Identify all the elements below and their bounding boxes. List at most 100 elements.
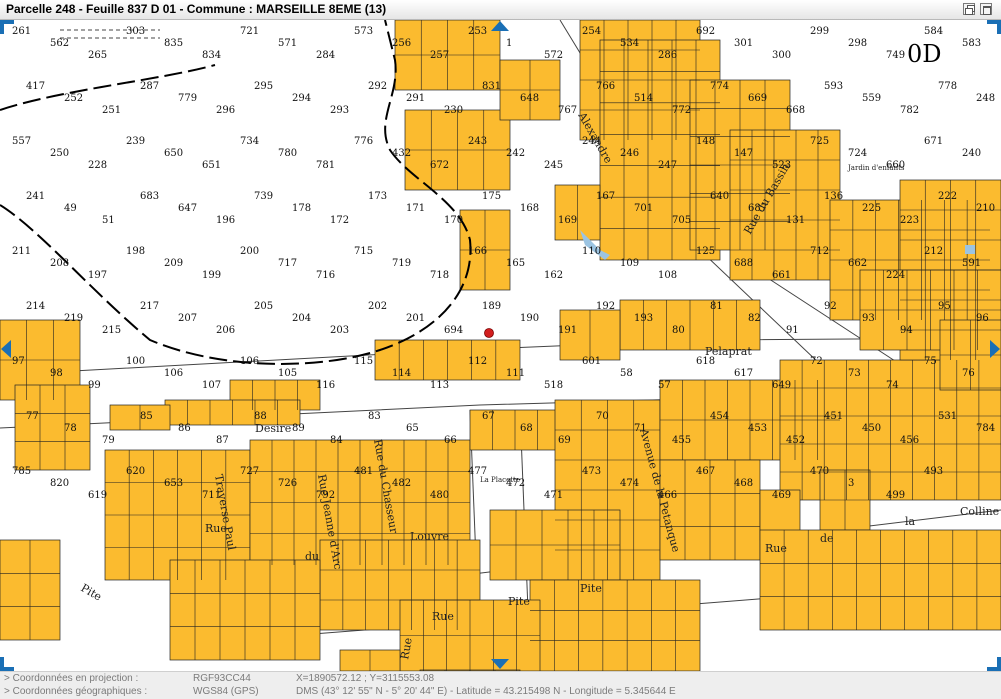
parcel-number: 114 <box>392 368 411 379</box>
parcel-number: 169 <box>558 215 577 226</box>
parcel-marker-icon[interactable] <box>484 328 494 338</box>
parcel-number: 214 <box>26 301 45 312</box>
parcel-number: 573 <box>354 26 373 37</box>
parcel-number: 469 <box>772 490 791 501</box>
parcel-number: 196 <box>216 215 235 226</box>
parcel-number: 245 <box>544 160 563 171</box>
parcel-number: 178 <box>292 203 311 214</box>
parcel-number: 131 <box>786 215 805 226</box>
parcel-number: 91 <box>786 325 799 336</box>
parcel-number: 647 <box>178 203 197 214</box>
parcel-block[interactable] <box>529 579 701 671</box>
parcel-number: 593 <box>824 81 843 92</box>
parcel-number: 242 <box>506 148 525 159</box>
street-label: La Placette <box>480 476 520 484</box>
parcel-number: 162 <box>544 270 563 281</box>
parcel-number: 725 <box>810 136 829 147</box>
parcel-number: 454 <box>710 411 729 422</box>
parcel-number: 173 <box>368 191 387 202</box>
parcel-number: 211 <box>12 246 31 257</box>
parcel-number: 481 <box>354 466 373 477</box>
parcel-number: 782 <box>900 105 919 116</box>
parcel-number: 719 <box>392 258 411 269</box>
parcel-number: 257 <box>430 50 449 61</box>
geographic-value: DMS (43° 12' 55" N - 5° 20' 44" E) - Lat… <box>296 686 676 697</box>
geographic-label: > Coordonnées géographiques : <box>4 686 148 697</box>
parcel-number: 241 <box>26 191 45 202</box>
parcel-number: 473 <box>582 466 601 477</box>
parcel-number: 721 <box>240 26 259 37</box>
parcel-number: 92 <box>824 301 837 312</box>
parcel-number: 294 <box>292 93 311 104</box>
parcel-number: 450 <box>862 423 881 434</box>
parcel-number: 207 <box>178 313 197 324</box>
street-label: Desire <box>255 422 291 435</box>
parcel-number: 202 <box>368 301 387 312</box>
projection-row: > Coordonnées en projection : RGF93CC44 … <box>0 673 1001 686</box>
pan-left-icon[interactable] <box>1 340 11 358</box>
parcel-number: 86 <box>178 423 191 434</box>
cadastral-map[interactable]: 261 562 265 303 835 834 721 571 284 573 256 257 253 1… <box>0 20 1001 671</box>
parcel-number: 250 <box>50 148 69 159</box>
parcel-number: 77 <box>26 411 39 422</box>
street-label: la <box>905 515 916 528</box>
parcel-number: 292 <box>368 81 387 92</box>
parcel-number: 295 <box>254 81 273 92</box>
restore-icon[interactable] <box>963 3 975 15</box>
parcel-number: 256 <box>392 38 411 49</box>
parcel-number: 93 <box>862 313 875 324</box>
pan-right-icon[interactable] <box>990 340 1000 358</box>
parcel-number: 192 <box>596 301 615 312</box>
parcel-number: 95 <box>938 301 951 312</box>
pan-up-icon[interactable] <box>491 21 509 31</box>
parcel-number: 601 <box>582 356 601 367</box>
parcel-number: 649 <box>772 380 791 391</box>
parcel-number: 198 <box>126 246 145 257</box>
parcel-number: 301 <box>734 38 753 49</box>
parcel-number: 766 <box>596 81 615 92</box>
parcel-number: 125 <box>696 246 715 257</box>
parcel-number: 248 <box>976 93 995 104</box>
parcel-number: 514 <box>634 93 653 104</box>
parcel-number: 147 <box>734 148 753 159</box>
maximize-icon[interactable] <box>980 3 992 15</box>
parcel-number: 293 <box>330 105 349 116</box>
parcel-number: 166 <box>468 246 487 257</box>
parcel-number: 572 <box>544 50 563 61</box>
parcel-number: 51 <box>102 215 115 226</box>
parcel-number: 781 <box>316 160 335 171</box>
parcel-number: 531 <box>938 411 957 422</box>
parcel-number: 136 <box>824 191 843 202</box>
parcel-number: 206 <box>216 325 235 336</box>
parcel-number: 712 <box>810 246 829 257</box>
parcel-number: 210 <box>976 203 995 214</box>
parcel-number: 113 <box>430 380 449 391</box>
parcel-number: 99 <box>88 380 101 391</box>
parcel-number: 165 <box>506 258 525 269</box>
parcel-number: 72 <box>810 356 823 367</box>
parcel-number: 661 <box>772 270 791 281</box>
parcel-number: 175 <box>482 191 501 202</box>
street-label: Pite <box>79 581 104 603</box>
parcel-number: 69 <box>558 435 571 446</box>
parcel-number: 776 <box>354 136 373 147</box>
pan-down-icon[interactable] <box>491 659 509 669</box>
parcel-number: 224 <box>886 270 905 281</box>
street-label: Pite <box>508 595 530 608</box>
parcel-number: 499 <box>886 490 905 501</box>
parcel-number: 254 <box>582 26 601 37</box>
corner-bottom-left <box>0 657 14 671</box>
parcel-number: 100 <box>126 356 145 367</box>
parcel-block[interactable] <box>14 384 91 471</box>
parcel-number: 559 <box>862 93 881 104</box>
parcel-number: 470 <box>810 466 829 477</box>
parcel-number: 109 <box>620 258 639 269</box>
projection-value: X=1890572.12 ; Y=3115553.08 <box>296 673 435 684</box>
parcel-number: 619 <box>88 490 107 501</box>
parcel-number: 296 <box>216 105 235 116</box>
parcel-number: 170 <box>444 215 463 226</box>
parcel-number: 87 <box>216 435 229 446</box>
parcel-number: 171 <box>406 203 425 214</box>
parcel-number: 246 <box>620 148 639 159</box>
street-label: Rue <box>432 610 454 623</box>
